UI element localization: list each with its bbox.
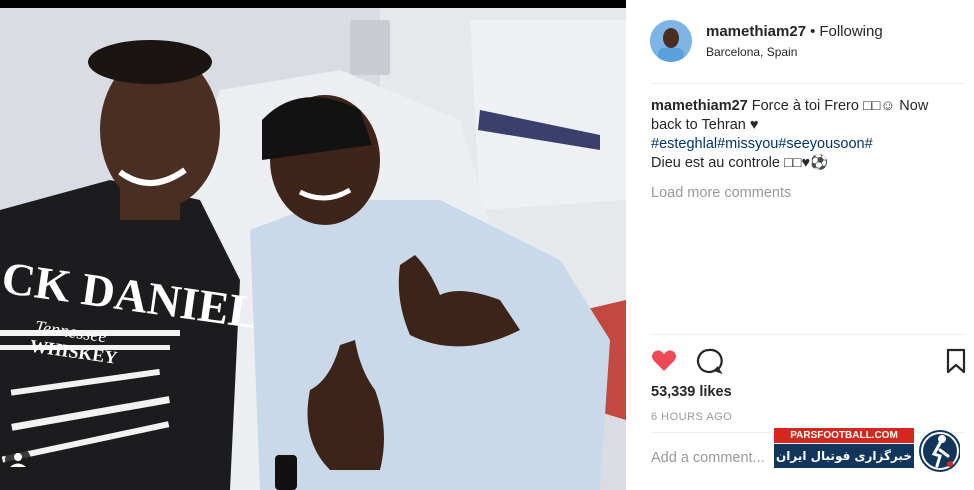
post-header: mamethiam27 • Following Barcelona, Spain <box>650 18 883 64</box>
follow-status-button[interactable]: Following <box>819 23 882 40</box>
location-link[interactable]: Barcelona, Spain <box>706 45 883 59</box>
caption-hashtags[interactable]: #esteghlal#missyou#seeyousoon# <box>651 136 873 152</box>
comment-icon[interactable] <box>695 347 723 375</box>
divider <box>650 334 966 335</box>
photo-top-border <box>0 0 626 8</box>
post-side-panel: mamethiam27 • Following Barcelona, Spain m… <box>626 0 974 490</box>
heart-icon[interactable] <box>650 347 678 375</box>
post-timestamp: 6 HOURS AGO <box>651 411 733 423</box>
caption-username[interactable]: mamethiam27 <box>651 98 748 114</box>
likes-count[interactable]: 53,339 likes <box>651 384 732 400</box>
watermark-site: PARSFOOTBALL.COM <box>774 428 914 443</box>
load-more-comments-button[interactable]: Load more comments <box>651 185 791 201</box>
watermark-tagline: خبرگزاری فوتبال ایران <box>774 444 914 468</box>
avatar[interactable] <box>650 20 692 62</box>
photo-illustration: CK DANIEL'S Tennessee WHISKEY <box>0 0 626 490</box>
separator-dot: • <box>810 23 816 40</box>
post-photo[interactable]: CK DANIEL'S Tennessee WHISKEY <box>0 0 626 490</box>
bookmark-icon[interactable] <box>942 347 970 375</box>
caption-text-2: Dieu est au controle □□♥⚽ <box>651 155 829 171</box>
action-bar <box>650 347 966 375</box>
username-link[interactable]: mamethiam27 <box>706 23 806 40</box>
watermark: PARSFOOTBALL.COM خبرگزاری فوتبال ایران <box>774 428 968 474</box>
caption: mamethiam27 Force à toi Frero □□☺ Now ba… <box>651 97 961 173</box>
divider <box>650 83 966 84</box>
watermark-logo-icon <box>910 428 961 474</box>
user-tag-icon[interactable] <box>4 446 32 474</box>
